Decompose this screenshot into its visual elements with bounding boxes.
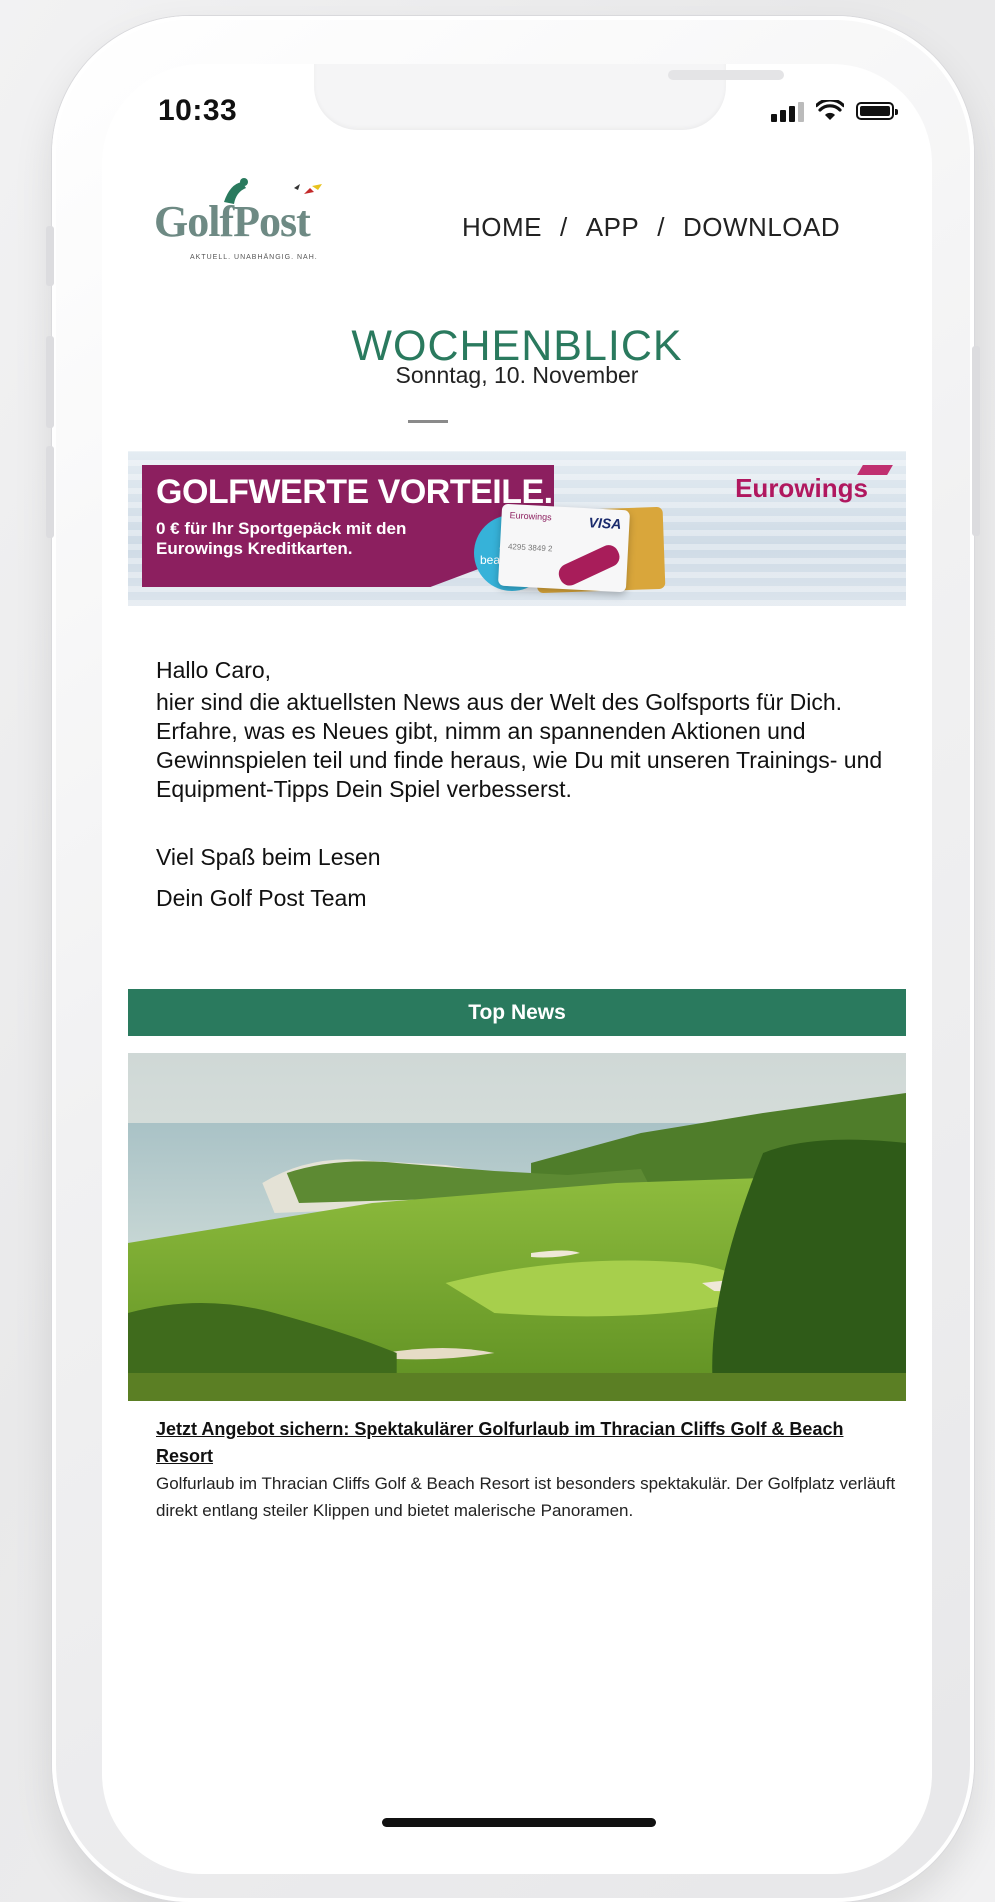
phone-screen: 10:33 GolfPost AKTUELL. UNABHÄNGIG. NAH. — [102, 64, 932, 1874]
visa-logo: VISA — [588, 514, 622, 532]
screen-content: 10:33 GolfPost AKTUELL. UNABHÄNGIG. NAH. — [102, 64, 932, 1874]
newsletter-date: Sonntag, 10. November — [395, 362, 639, 388]
card-issuer: Eurowings — [509, 510, 552, 523]
logo-text: GolfPost — [154, 197, 311, 246]
nav-home[interactable]: HOME — [462, 212, 542, 242]
article-hero-image[interactable] — [128, 1053, 906, 1401]
eurowings-mark-icon — [857, 465, 893, 475]
volume-up-button — [46, 336, 54, 428]
eurowings-logo: Eurowings — [735, 473, 868, 503]
eurowings-ad-banner[interactable]: GOLFWERTE VORTEILE. 0 € für Ihr Sportgep… — [128, 451, 906, 606]
credit-card-white: Eurowings VISA 4295 3849 2 — [497, 503, 631, 593]
mute-switch — [46, 226, 54, 286]
speaker — [668, 70, 784, 80]
battery-icon — [856, 102, 898, 120]
top-nav: HOME / APP / DOWNLOAD — [462, 212, 840, 243]
banner-subline: 0 € für Ihr Sportgepäck mit den Eurowing… — [156, 519, 407, 558]
volume-down-button — [46, 446, 54, 538]
logo-tagline: AKTUELL. UNABHÄNGIG. NAH. — [190, 254, 318, 261]
wifi-icon — [816, 100, 844, 120]
article-description: Golfurlaub im Thracian Cliffs Golf & Bea… — [156, 1474, 896, 1520]
intro-paragraph: hier sind die aktuellsten News aus der W… — [156, 689, 883, 802]
nav-separator: / — [560, 212, 568, 242]
home-indicator[interactable] — [382, 1818, 656, 1827]
section-header-top-news: Top News — [128, 989, 906, 1036]
status-time: 10:33 — [158, 94, 238, 127]
golf-course-image — [128, 1053, 906, 1401]
nav-app[interactable]: APP — [586, 212, 640, 242]
greeting: Hallo Caro, — [156, 657, 272, 683]
nav-separator: / — [657, 212, 665, 242]
card-number: 4295 3849 2 — [507, 542, 553, 554]
article-title-link[interactable]: Jetzt Angebot sichern: Spektakulärer Gol… — [156, 1416, 896, 1470]
title-divider — [408, 420, 448, 423]
status-icons — [771, 100, 898, 122]
cellular-signal-icon — [771, 100, 804, 122]
golfpost-logo[interactable]: GolfPost AKTUELL. UNABHÄNGIG. NAH. — [154, 174, 344, 264]
nav-download[interactable]: DOWNLOAD — [683, 212, 840, 242]
signature: Dein Golf Post Team — [156, 885, 367, 911]
notch — [314, 64, 784, 130]
banner-headline: GOLFWERTE VORTEILE. — [156, 473, 553, 511]
power-button — [972, 346, 980, 536]
card-swoosh — [555, 541, 623, 589]
closing-line: Viel Spaß beim Lesen — [156, 844, 381, 870]
